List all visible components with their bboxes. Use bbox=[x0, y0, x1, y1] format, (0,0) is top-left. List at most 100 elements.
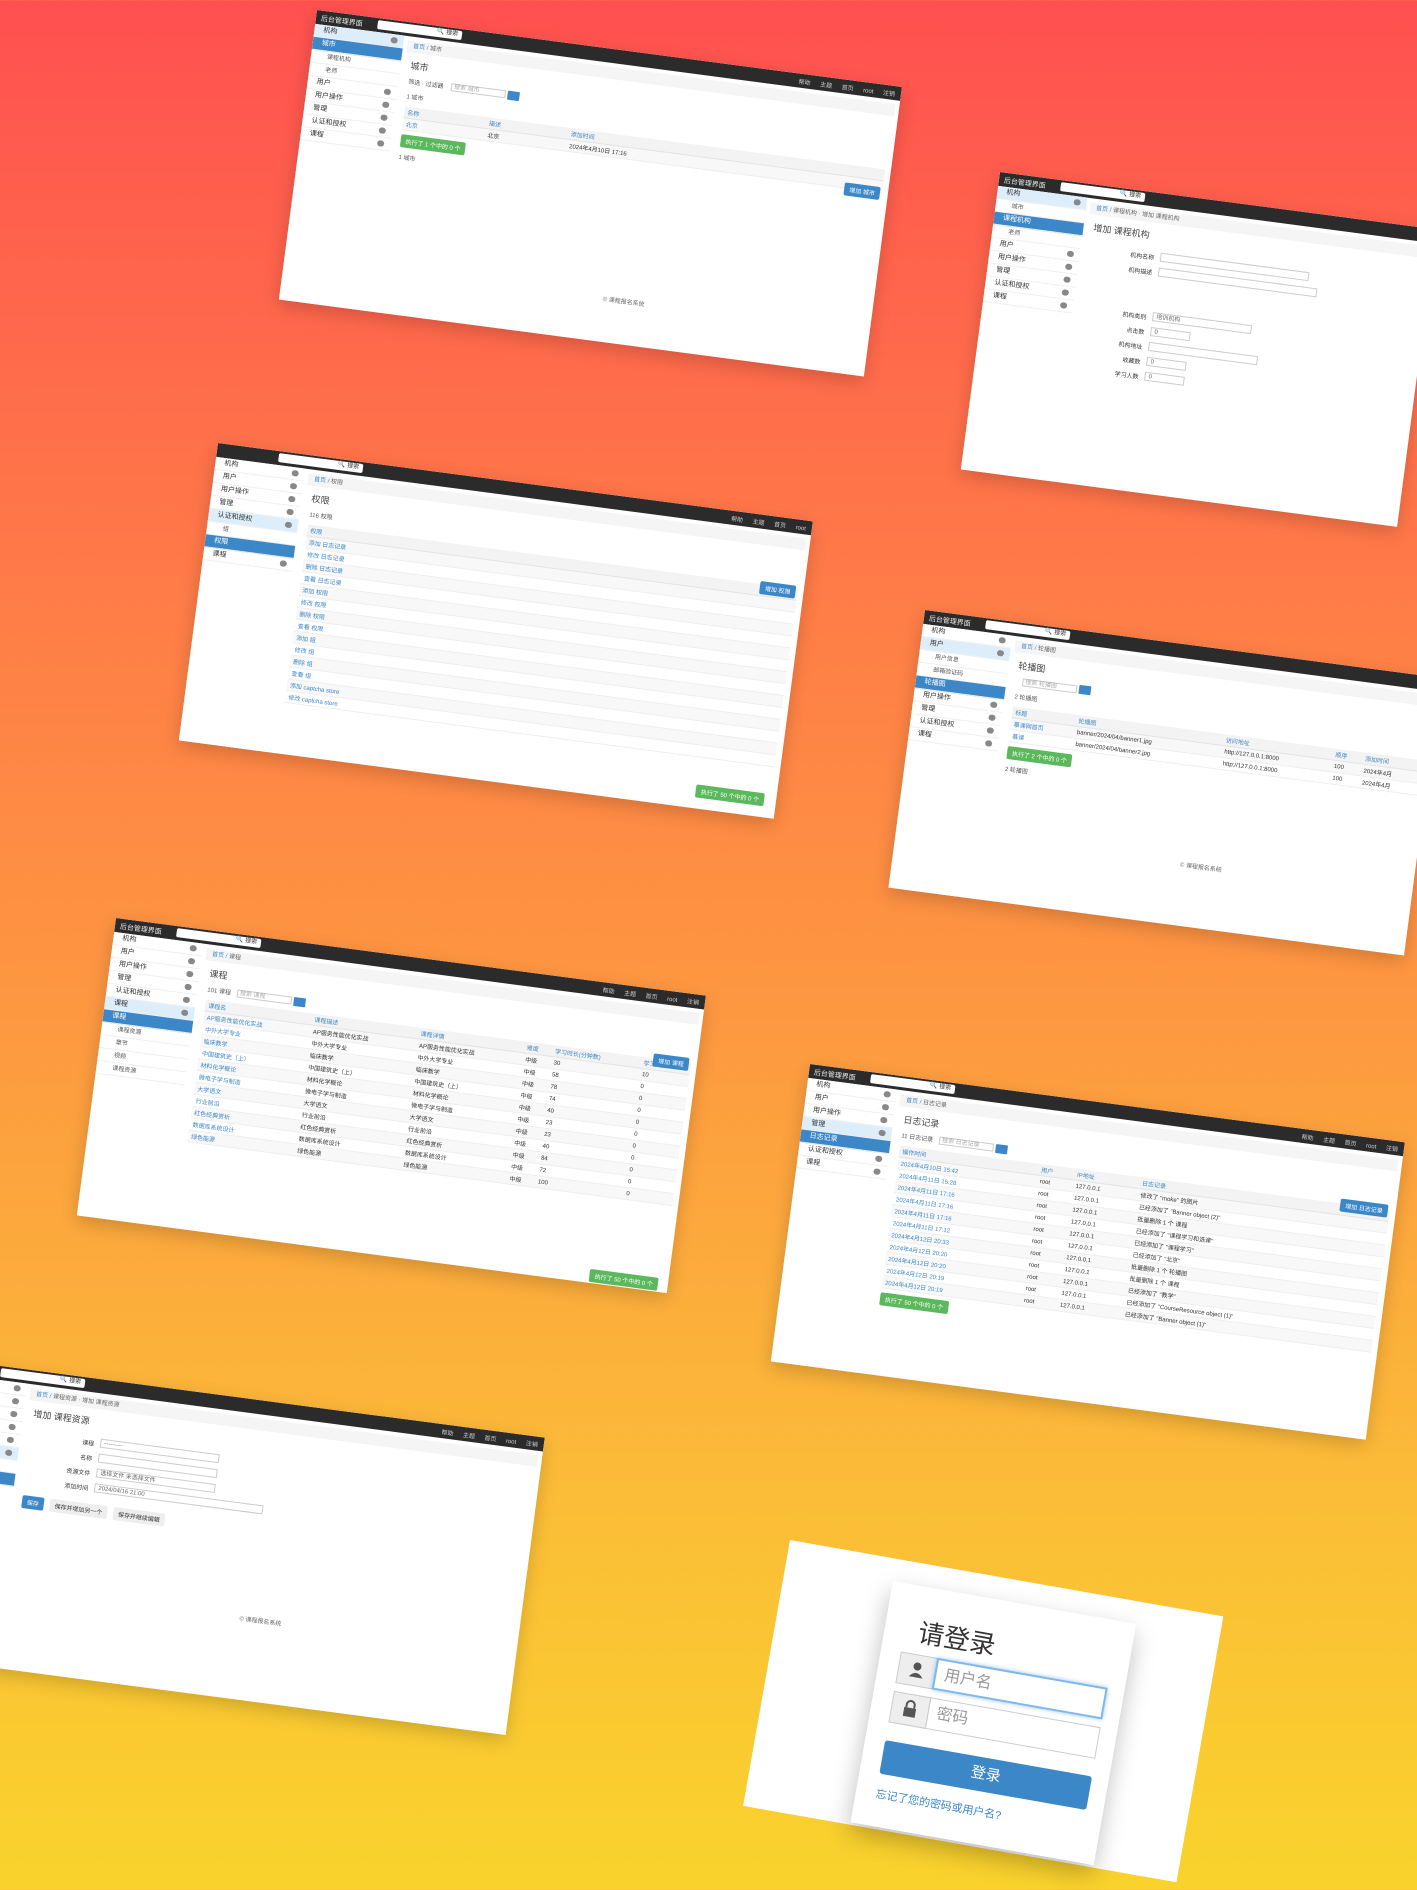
row-link[interactable]: 绿色能源 bbox=[191, 1135, 216, 1144]
sidebar-item-label: 用户操作 bbox=[118, 960, 148, 972]
sidebar-item-label: 轮播图 bbox=[924, 678, 946, 689]
logout-link[interactable]: 注销 bbox=[883, 91, 896, 99]
top-nav-user[interactable]: root bbox=[506, 1439, 517, 1446]
breadcrumb-home[interactable]: 首页 bbox=[314, 477, 327, 485]
count-badge bbox=[289, 482, 298, 490]
top-nav-help[interactable]: 帮助 bbox=[731, 517, 744, 525]
count-badge bbox=[879, 1116, 888, 1124]
count-badge bbox=[180, 1009, 189, 1017]
data-table: 权限 添加 日志记录 修改 日志记录 删除 日志记录 查看 日志记录 添加 权限 修改 权限… bbox=[284, 524, 798, 767]
search-button[interactable] bbox=[292, 996, 306, 1008]
breadcrumb-home[interactable]: 首页 bbox=[212, 952, 225, 960]
top-nav-home[interactable]: 首页 bbox=[645, 994, 658, 1002]
field-label: 机构类别 bbox=[1121, 312, 1147, 322]
logout-link[interactable]: 注销 bbox=[1385, 1146, 1398, 1154]
top-nav-home[interactable]: 首页 bbox=[484, 1436, 497, 1444]
action-button[interactable]: 执行了 1 个中的 0 个 bbox=[399, 134, 467, 156]
top-nav-help[interactable]: 帮助 bbox=[602, 988, 615, 996]
search-input[interactable]: 搜索 城市 bbox=[450, 83, 507, 99]
count-badge bbox=[4, 1449, 13, 1457]
row-link[interactable]: 修改 captcha store bbox=[288, 695, 338, 707]
top-nav-help[interactable]: 帮助 bbox=[1301, 1135, 1314, 1143]
sidebar-item-label: 管理 bbox=[116, 973, 132, 983]
breadcrumb-current: 权限 bbox=[330, 479, 344, 487]
row-link[interactable]: 北京 bbox=[405, 123, 418, 131]
main-content: 首页 / 轮播图 轮播图 搜索 轮播图 2 轮播图 标题 轮播图 访问地址 顺序 添加时… bbox=[982, 636, 1417, 955]
form-input[interactable]: 0 bbox=[1149, 327, 1191, 342]
screenshot-resource-add: 后台管理界面 🔍 搜索 帮助 主题 首页 root 注销 机构用户用户操作管理认… bbox=[0, 1358, 545, 1736]
sidebar-item-label: 认证和授权 bbox=[217, 511, 253, 524]
top-nav-user[interactable]: root bbox=[667, 997, 678, 1004]
save-and-continue-button[interactable]: 保存并继续编辑 bbox=[112, 1506, 166, 1527]
action-button[interactable]: 执行了 50 个中的 0 个 bbox=[695, 784, 765, 807]
field-label: 学习人数 bbox=[1114, 371, 1139, 381]
count-badge bbox=[1063, 276, 1071, 284]
table-cell: 100 bbox=[1328, 771, 1360, 788]
count-badge bbox=[182, 996, 191, 1004]
top-nav-theme[interactable]: 主题 bbox=[624, 991, 637, 999]
save-button[interactable]: 保存 bbox=[21, 1494, 45, 1511]
row-link[interactable]: 2024年4月12日 20:19 bbox=[885, 1281, 943, 1295]
logout-link[interactable]: 注销 bbox=[686, 999, 699, 1007]
sidebar-item-label: 管理 bbox=[312, 104, 328, 114]
field-label: 课程 bbox=[81, 1440, 95, 1448]
field-label: 名称 bbox=[79, 1455, 93, 1463]
top-nav-home[interactable]: 首页 bbox=[1344, 1140, 1357, 1148]
count-badge bbox=[996, 649, 1005, 657]
row-link[interactable]: 慕课 bbox=[1012, 734, 1025, 742]
top-nav-theme[interactable]: 主题 bbox=[820, 82, 833, 90]
sidebar-item-label: 用户操作 bbox=[314, 91, 344, 103]
form-input[interactable]: 0 bbox=[1144, 371, 1185, 386]
top-nav-theme[interactable]: 主题 bbox=[463, 1433, 476, 1441]
search-input[interactable]: 搜索 日志记录 bbox=[938, 1136, 995, 1153]
top-nav-help[interactable]: 帮助 bbox=[798, 80, 811, 88]
filter-toolbar[interactable]: 筛选 · 过滤器 bbox=[408, 80, 444, 91]
top-nav-user[interactable]: root bbox=[1366, 1143, 1377, 1150]
sidebar-item-label: 课程资源 bbox=[111, 1065, 137, 1075]
field-label: 机构地址 bbox=[1118, 341, 1143, 352]
count-badge bbox=[378, 127, 387, 134]
sidebar-item-label: 用户 bbox=[814, 1093, 830, 1103]
breadcrumb-home[interactable]: 首页 bbox=[413, 44, 426, 52]
top-nav-user[interactable]: root bbox=[863, 88, 874, 95]
screenshot-city-list: 后台管理界面 🔍 搜索 帮助 主题 首页 root 注销 机构 城市 课程机构 老师用… bbox=[278, 10, 902, 377]
search-button[interactable] bbox=[506, 90, 521, 102]
top-nav-home[interactable]: 首页 bbox=[774, 522, 787, 530]
breadcrumb-home[interactable]: 首页 bbox=[1096, 206, 1109, 214]
sidebar-item-label: 城市 bbox=[1011, 203, 1024, 212]
result-count: 101 课程 bbox=[206, 987, 232, 997]
screenshot-permission-list: 🔍 搜索 帮助 主题 首页 root 机构 用户 用户操作 管理 认证和授权组权限 课程 … bbox=[178, 443, 813, 819]
logout-link[interactable]: 注销 bbox=[525, 1441, 538, 1449]
top-nav-theme[interactable]: 主题 bbox=[1323, 1138, 1336, 1146]
breadcrumb-home[interactable]: 首页 bbox=[1021, 644, 1034, 652]
count-badge bbox=[1059, 302, 1068, 309]
search-button[interactable] bbox=[1078, 684, 1092, 696]
top-nav-help[interactable]: 帮助 bbox=[441, 1430, 454, 1438]
sidebar-item-label: 用户操作 bbox=[812, 1106, 842, 1118]
form-input[interactable]: 0 bbox=[1145, 356, 1187, 371]
action-button[interactable]: 执行了 50 个中的 0 个 bbox=[588, 1268, 659, 1291]
screenshot-course-list: 后台管理界面 🔍 搜索 帮助 主题 首页 root 注销 机构 用户 用户操作 管理认… bbox=[76, 918, 706, 1294]
save-and-add-button[interactable]: 保存并增加另一个 bbox=[48, 1498, 109, 1520]
login-title: 请登录 bbox=[915, 1617, 998, 1661]
breadcrumb-home[interactable]: 首页 bbox=[906, 1098, 919, 1106]
count-badge bbox=[878, 1129, 886, 1137]
action-button[interactable]: 执行了 50 个中的 0 个 bbox=[879, 1292, 949, 1315]
sidebar-item-label: 城市 bbox=[321, 39, 337, 49]
sidebar-item-label: 课程 bbox=[113, 999, 129, 1009]
action-button[interactable]: 执行了 2 个中的 0 个 bbox=[1006, 745, 1073, 768]
search-button[interactable] bbox=[994, 1143, 1008, 1155]
top-nav-home[interactable]: 首页 bbox=[841, 85, 854, 93]
breadcrumb-current: 日志记录 bbox=[922, 1100, 948, 1110]
search-input[interactable]: 搜索 轮播图 bbox=[1021, 677, 1078, 693]
breadcrumb-home[interactable]: 首页 bbox=[36, 1392, 49, 1400]
top-nav-theme[interactable]: 主题 bbox=[752, 519, 765, 527]
search-input[interactable]: 搜索 课程 bbox=[236, 989, 292, 1005]
count-badge bbox=[189, 944, 198, 952]
sidebar-item-label: 认证和授权 bbox=[115, 986, 151, 999]
field-label: 机构名称 bbox=[1129, 252, 1155, 262]
sidebar-item-label: 课程 bbox=[111, 1012, 127, 1022]
sidebar-item-label: 老师 bbox=[1007, 229, 1021, 238]
sidebar-item-label: 用户信息 bbox=[934, 654, 960, 664]
top-nav-user[interactable]: root bbox=[795, 525, 806, 532]
